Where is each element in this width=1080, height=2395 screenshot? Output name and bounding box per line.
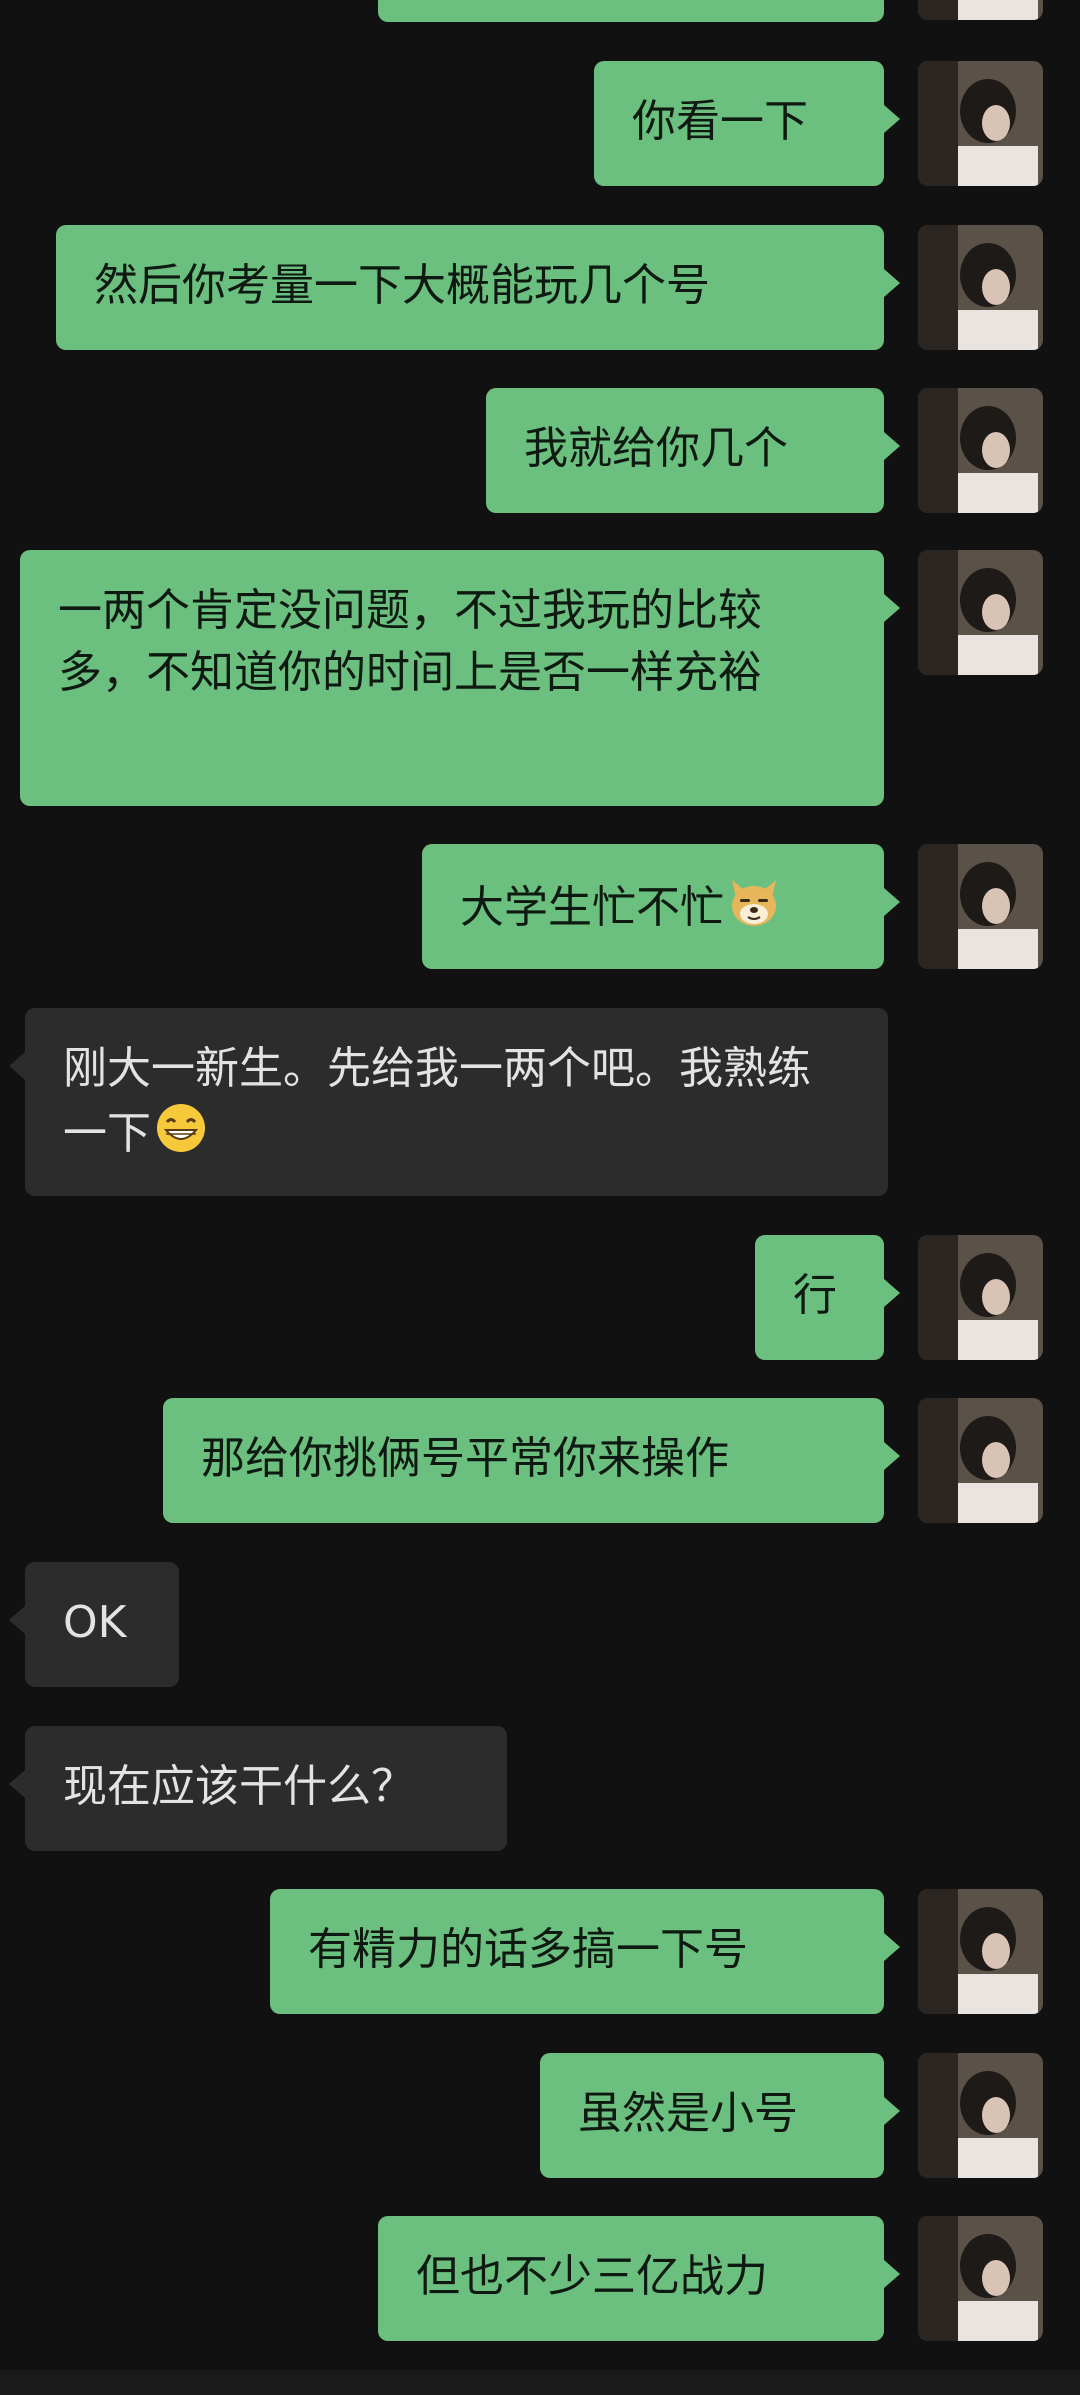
grin-emoji-icon (153, 1100, 209, 1156)
doge-emoji-icon (726, 874, 782, 930)
message-text: 我就给你几个 (524, 423, 788, 474)
message-bubble[interactable]: 我就给你几个 (486, 388, 900, 513)
message-bubble-partial[interactable] (378, 0, 884, 22)
message-text: OK (63, 1597, 127, 1648)
sender-avatar[interactable] (918, 388, 1043, 513)
message-bubble[interactable]: 有精力的话多搞一下号 (270, 1889, 900, 2014)
sender-avatar[interactable] (918, 2216, 1043, 2341)
message-bubble[interactable]: 但也不少三亿战力 (378, 2216, 900, 2341)
message-bubble[interactable]: 大学生忙不忙 (422, 844, 900, 969)
message-bubble[interactable]: 然后你考量一下大概能玩几个号 (56, 225, 900, 350)
sender-avatar[interactable] (918, 225, 1043, 350)
message-text: 但也不少三亿战力 (416, 2251, 768, 2302)
message-bubble[interactable]: 刚大一新生。先给我一两个吧。我熟练一下 (9, 1008, 888, 1196)
sender-avatar[interactable] (918, 1889, 1043, 2014)
sender-avatar[interactable] (918, 61, 1043, 186)
message-bubble[interactable]: OK (9, 1562, 179, 1687)
sender-avatar[interactable] (918, 844, 1043, 969)
message-text: 一两个肯定没问题，不过我玩的比较多，不知道你的时间上是否一样充裕 (58, 585, 762, 698)
sender-avatar[interactable] (918, 550, 1043, 675)
message-bubble[interactable]: 那给你挑俩号平常你来操作 (163, 1398, 900, 1523)
message-text: 那给你挑俩号平常你来操作 (201, 1433, 729, 1484)
message-bubble[interactable]: 一两个肯定没问题，不过我玩的比较多，不知道你的时间上是否一样充裕 (20, 550, 900, 806)
message-text: 大学生忙不忙 (460, 882, 724, 933)
sender-avatar[interactable] (918, 1398, 1043, 1523)
sender-avatar[interactable] (918, 0, 1043, 20)
message-text: 现在应该干什么？ (63, 1761, 415, 1812)
message-text: 你看一下 (632, 96, 808, 147)
input-bar-edge (0, 2370, 1080, 2395)
message-text: 行 (793, 1270, 837, 1321)
message-bubble[interactable]: 现在应该干什么？ (9, 1726, 507, 1851)
message-bubble[interactable]: 虽然是小号 (540, 2053, 900, 2178)
message-bubble[interactable]: 行 (755, 1235, 900, 1360)
sender-avatar[interactable] (918, 2053, 1043, 2178)
chat-message-list[interactable]: 你看一下 然后你考量一下大概能玩几个号 我就给你几个 一两个肯定没问题，不过我玩… (0, 0, 1080, 2395)
sender-avatar[interactable] (918, 1235, 1043, 1360)
message-text: 虽然是小号 (578, 2088, 798, 2139)
message-bubble[interactable]: 你看一下 (594, 61, 900, 186)
message-text: 然后你考量一下大概能玩几个号 (94, 260, 710, 311)
message-text: 有精力的话多搞一下号 (308, 1924, 748, 1975)
